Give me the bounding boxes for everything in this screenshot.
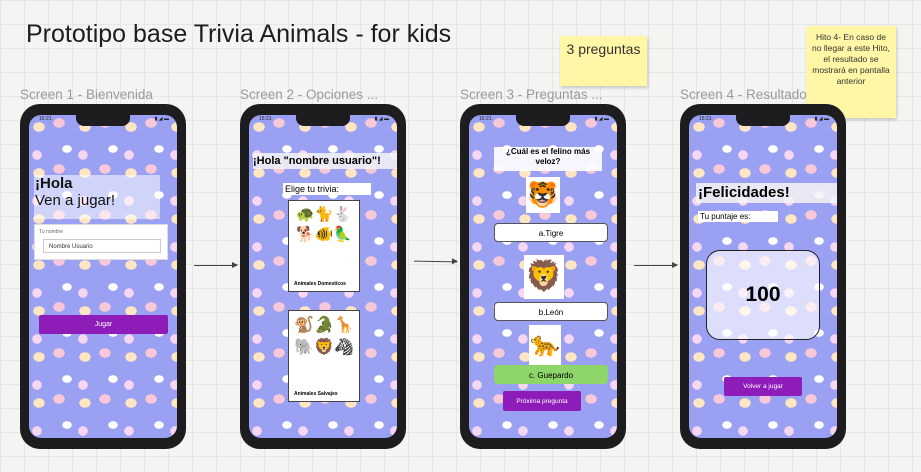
status-icons: ▮ ◢ ▬: [594, 116, 609, 122]
answer-option-c[interactable]: c. Guepardo: [494, 365, 608, 384]
board-title: Prototipo base Trivia Animals - for kids: [26, 20, 452, 48]
frame-label-screen4[interactable]: Screen 4 - Resultado: [680, 87, 807, 102]
answer-option-a[interactable]: a.Tigre: [494, 223, 608, 242]
congrats-title: ¡Felicidades!: [696, 183, 837, 203]
trivia-card-domestic[interactable]: 🐢🐈🐇 🐕🐠🦜 Animales Domesticos: [288, 200, 360, 292]
connector-arrow: [634, 262, 678, 268]
question-text: ¿Cuál es el felino más veloz?: [494, 147, 602, 171]
animal-icon: 🦒: [333, 317, 354, 334]
screen2-title: ¡Hola "nombre usuario"!: [253, 153, 397, 169]
status-time: 15:21: [39, 116, 52, 122]
screen4-canvas: 15:21 ▮ ◢ ▬ ¡Felicidades! Tu puntaje es:…: [689, 115, 837, 438]
status-icons: ▮ ◢ ▬: [814, 116, 829, 122]
phone-screen2: 15:21 ▮ ◢ ▬ ¡Hola "nombre usuario"! Elig…: [240, 104, 406, 449]
animal-icon: 🦓: [333, 339, 354, 356]
animal-icon: 🐘: [294, 339, 315, 356]
animal-icon: 🐇: [333, 206, 353, 223]
next-question-button[interactable]: Próxima pregunta: [503, 391, 581, 411]
status-time: 15:21: [699, 116, 712, 122]
score-label: Tu puntaje es:: [698, 211, 778, 222]
connector-arrow: [194, 262, 238, 268]
trivia-card-wild[interactable]: 🐒🐊🦒 🐘🦁🦓 Animales Salvajes: [288, 310, 360, 402]
animal-icon: 🐠: [314, 226, 334, 243]
answer-option-b[interactable]: b.León: [494, 302, 608, 321]
score-value: 100: [706, 250, 820, 340]
frame-label-screen2[interactable]: Screen 2 - Opciones ...: [240, 87, 378, 102]
play-button[interactable]: Jugar: [39, 315, 168, 334]
screen1-canvas: 15:21 ▮ ◢ ▬ ¡Hola Ven a jugar! Tu nombre…: [29, 115, 177, 438]
domestic-animals-illustration: 🐢🐈🐇 🐕🐠🦜: [289, 201, 359, 245]
trivia-card-label: Animales Domesticos: [294, 281, 346, 287]
trivia-card-label: Animales Salvajes: [294, 391, 338, 397]
status-icons: ▮ ◢ ▬: [154, 116, 169, 122]
phone-notch: [736, 115, 790, 126]
status-time: 15:21: [259, 116, 272, 122]
frame-label-screen3[interactable]: Screen 3 - Preguntas ...: [460, 87, 603, 102]
animal-icon: 🐊: [314, 317, 334, 334]
status-time: 15:21: [479, 116, 492, 122]
phone-screen1: 15:21 ▮ ◢ ▬ ¡Hola Ven a jugar! Tu nombre…: [20, 104, 186, 449]
connector-arrow: [413, 260, 458, 263]
name-field-label: Tu nombre: [39, 229, 63, 235]
animal-icon: 🐒: [294, 317, 315, 334]
animal-icon: 🐢: [295, 206, 315, 223]
play-again-button[interactable]: Volver a jugar: [724, 377, 802, 396]
animal-icon: 🐈: [314, 206, 334, 223]
tiger-icon: 🐯: [526, 177, 560, 213]
wild-animals-illustration: 🐒🐊🦒 🐘🦁🦓: [289, 311, 359, 359]
greeting-subtitle: Ven a jugar!: [35, 192, 116, 209]
trivia-prompt: Elige tu trivia:: [283, 183, 371, 195]
animal-icon: 🐕: [295, 226, 315, 243]
status-icons: ▮ ◢ ▬: [374, 116, 389, 122]
phone-notch: [516, 115, 570, 126]
frame-label-screen1[interactable]: Screen 1 - Bienvenida: [20, 87, 153, 102]
sticky-note-questions[interactable]: 3 preguntas: [560, 36, 647, 86]
cheetah-icon: 🐆: [529, 325, 561, 365]
greeting-title: ¡Hola: [35, 175, 73, 192]
greeting-box: ¡Hola Ven a jugar!: [34, 175, 160, 219]
screen2-canvas: 15:21 ▮ ◢ ▬ ¡Hola "nombre usuario"! Elig…: [249, 115, 397, 438]
phone-screen3: 15:21 ▮ ◢ ▬ ¿Cuál es el felino más veloz…: [460, 104, 626, 449]
animal-icon: 🦜: [333, 226, 353, 243]
name-input[interactable]: Nombre Usuario: [43, 239, 161, 253]
name-field-card: Tu nombre Nombre Usuario: [34, 224, 168, 260]
screen3-canvas: 15:21 ▮ ◢ ▬ ¿Cuál es el felino más veloz…: [469, 115, 617, 438]
animal-icon: 🦁: [314, 339, 334, 356]
phone-notch: [76, 115, 130, 126]
phone-notch: [296, 115, 350, 126]
lion-icon: 🦁: [524, 255, 564, 299]
phone-screen4: 15:21 ▮ ◢ ▬ ¡Felicidades! Tu puntaje es:…: [680, 104, 846, 449]
